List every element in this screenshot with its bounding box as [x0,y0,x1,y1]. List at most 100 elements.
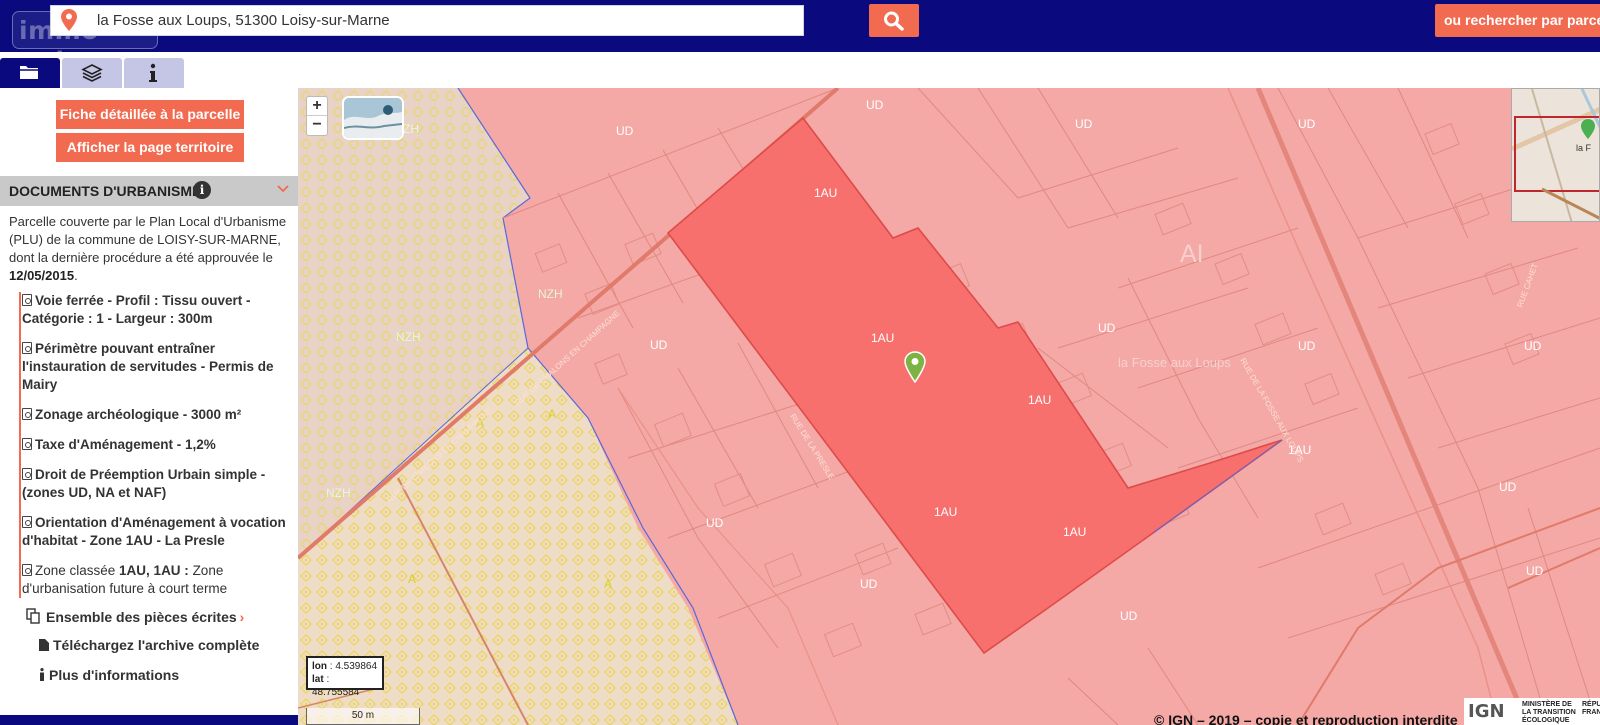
pdf-icon [22,342,32,354]
sidebar-bottom-bar [0,715,298,725]
pdf-icon [22,468,32,480]
zone-code: 1AU, 1AU : [119,563,193,578]
overview-minimap[interactable]: la F [1511,88,1600,222]
app-window: immo-not ou rechercher par parcelle [0,0,1600,725]
selected-parcel-1au[interactable] [666,116,1283,655]
zone-label-nzh: NZH [396,330,421,344]
map-view[interactable]: UD UD UD UD UD UD UD UD UD UD UD UD UD U… [298,88,1600,725]
zone-label-a: A [408,572,416,586]
tab-layers[interactable] [62,58,122,88]
page-territoire-button[interactable]: Afficher la page territoire [56,133,244,162]
zone-label-1au: 1AU [814,186,837,200]
republique-logo: RÉPU FRAN [1582,701,1600,716]
document-item[interactable]: Taxe d'Aménagement - 1,2% [21,436,295,454]
search-button[interactable] [869,4,919,37]
zone-label-a: A [604,577,612,591]
tab-info[interactable] [124,58,184,88]
scale-bar: 50 m [306,708,420,725]
tab-documents[interactable] [0,58,60,88]
zoom-in-button[interactable]: + [307,97,327,116]
minimap-place-label: la F [1576,143,1592,153]
info-circle-icon[interactable]: i [193,181,211,199]
zone-label-ud: UD [1298,339,1316,353]
info-small-icon [40,668,44,681]
file-icon [39,639,49,651]
chevron-right-icon: › [239,609,245,625]
zone-label-ud: UD [1075,117,1093,131]
approval-date: 12/05/2015 [9,268,75,283]
document-label: Périmètre pouvant entraîner l'instaurati… [22,341,274,392]
zone-label-nzh: NZH [538,287,563,301]
intro-text: Parcelle couverte par le Plan Local d'Ur… [9,214,287,265]
copyright-notice: © IGN – 2019 – copie et reproduction int… [1154,712,1458,725]
zoom-control: + − [306,96,328,136]
ministry-logo: MINISTÈRE DE LA TRANSITION ÉCOLOGIQUE [1522,701,1576,724]
document-item[interactable]: Périmètre pouvant entraîner l'instaurati… [21,340,295,394]
zone-label-ud: UD [1499,480,1517,494]
pdf-icon [22,294,32,306]
search-icon [884,11,904,31]
zone-label-ud: UD [706,516,724,530]
address-search-input[interactable] [97,6,797,35]
more-info-label: Plus d'informations [49,667,180,683]
latitude-row: lat : 48.755584 [312,674,360,698]
documents-section-header[interactable]: DOCUMENTS D'URBANISME i [0,176,298,206]
copy-icon [26,608,40,624]
zone-label-ud: UD [1120,609,1138,623]
zone-label-1au: 1AU [1028,393,1051,407]
pdf-icon [22,408,32,420]
fiche-detaillee-button[interactable]: Fiche détaillée à la parcelle [56,100,244,129]
document-label: Taxe d'Aménagement - 1,2% [35,437,216,452]
more-info-link[interactable]: Plus d'informations [39,667,179,683]
logos-footer: IGN MINISTÈRE DE LA TRANSITION ÉCOLOGIQU… [1464,698,1600,725]
document-label: Droit de Préemption Urbain simple - (zon… [22,467,266,500]
search-box[interactable] [50,5,804,36]
document-item[interactable]: Orientation d'Aménagement à vocation d'h… [21,514,295,550]
ensemble-pieces-link[interactable]: Ensemble des pièces écrites › [26,608,244,625]
section-title: DOCUMENTS D'URBANISME [9,183,202,199]
coordinate-readout: lon : 4.539864 lat : 48.755584 [306,656,384,698]
location-pin-icon [61,9,77,31]
zone-label-ud: UD [616,124,634,138]
zone-label-ud: UD [866,98,884,112]
longitude-label: lon [312,661,327,672]
railway [1255,88,1531,725]
ign-logo: IGN [1466,699,1516,725]
plu-intro: Parcelle couverte par le Plan Local d'Ur… [9,213,291,285]
zone-label-ud: UD [650,338,668,352]
zone-label-ud: UD [860,577,878,591]
chevron-down-icon[interactable] [276,182,290,196]
map-canvas[interactable]: UD UD UD UD UD UD UD UD UD UD UD UD UD U… [298,88,1600,725]
zone-prefix: Zone classée [35,563,120,578]
zoom-out-button[interactable]: − [307,116,327,135]
intro-end: . [74,268,78,283]
basemap-switcher[interactable] [342,96,404,140]
document-label: Voie ferrée - Profil : Tissu ouvert - Ca… [22,293,251,326]
zone-label-nzh: NZH [326,486,351,500]
zone-label-ud: UD [1526,564,1544,578]
pdf-icon [22,516,32,528]
parcel-search-button[interactable]: ou rechercher par parcelle [1435,4,1600,37]
sidebar: Fiche détaillée à la parcelle Afficher l… [0,88,298,725]
zone-label-1au: 1AU [1063,525,1086,539]
pdf-icon [22,438,32,450]
document-item[interactable]: Droit de Préemption Urbain simple - (zon… [21,466,295,502]
top-bar: immo-not ou rechercher par parcelle [0,0,1600,74]
basemap-thumbnail [344,98,402,138]
document-label: Zonage archéologique - 3000 m² [35,407,242,422]
download-label: Téléchargez l'archive complète [53,637,260,653]
document-item[interactable]: Zonage archéologique - 3000 m² [21,406,295,424]
place-label: la Fosse aux Loups [1118,355,1231,370]
folder-icon [20,66,38,79]
info-icon [149,63,157,82]
document-item[interactable]: Voie ferrée - Profil : Tissu ouvert - Ca… [21,292,295,328]
zone-item[interactable]: Zone classée 1AU, 1AU : Zone d'urbanisat… [21,562,295,598]
street-label-cahet: RUE CAHET [1515,262,1539,309]
minimap-canvas: la F [1512,89,1599,221]
longitude-row: lon : 4.539864 [312,661,378,672]
zone-label-1au: 1AU [871,331,894,345]
documents-list: Voie ferrée - Profil : Tissu ouvert - Ca… [19,292,295,598]
zone-label-a: A [548,407,556,421]
download-archive-link[interactable]: Téléchargez l'archive complète [39,637,259,653]
zone-label-1au: 1AU [934,505,957,519]
